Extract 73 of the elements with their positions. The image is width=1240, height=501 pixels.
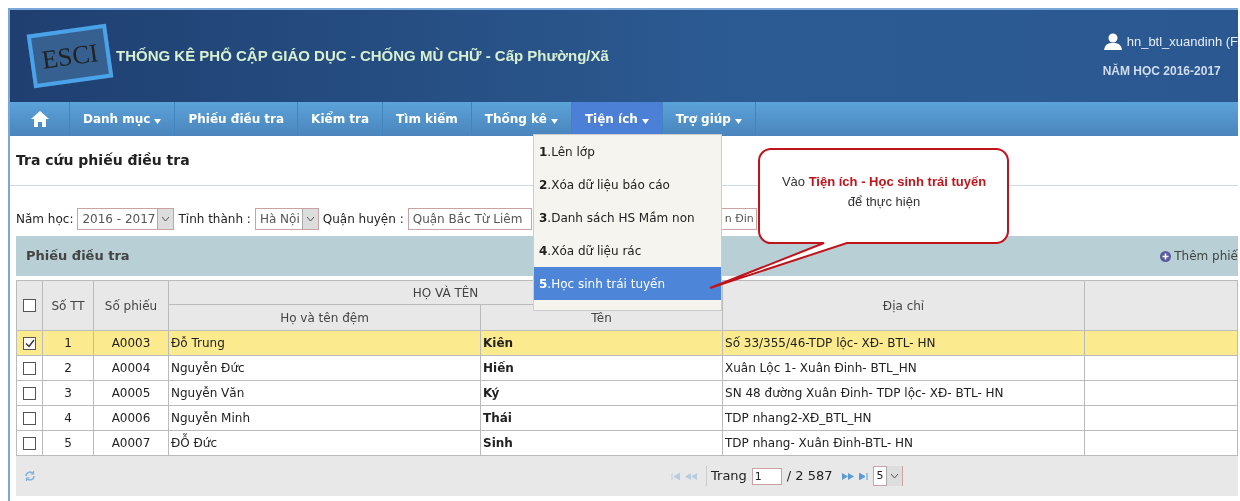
select-field[interactable]: Hà Nội [254, 208, 319, 230]
table-cell: TDP nhang2-XĐ_BTL_HN [722, 405, 1085, 431]
table-cell: 1 [42, 330, 94, 356]
table-cell: Nguyễn Văn [168, 380, 481, 406]
menu-item[interactable]: 5.Học sinh trái tuyến [534, 267, 721, 300]
select-field[interactable]: 2016 - 2017 [77, 208, 175, 230]
table-cell: Kiên [480, 330, 723, 356]
menu-item[interactable]: 3.Danh sách HS Mầm non [534, 201, 721, 234]
table-row[interactable]: 2 A0004 Nguyễn Đức Hiến Xuân Lộc 1- Xuân Đinh- BTL_HN [16, 355, 1238, 381]
caret-icon [550, 118, 558, 124]
menu-item[interactable]: 2.Xóa dữ liệu báo cáo [534, 168, 721, 201]
nav-tab[interactable]: Tiện ích [571, 102, 663, 136]
table-row[interactable]: 1 A0003 Đỗ Trung Kiên Số 33/355/46-TDP lộc- XĐ- BTL- HN [16, 330, 1238, 356]
column-header[interactable]: Số TT [42, 280, 94, 331]
table-cell: 3 [42, 380, 94, 406]
page-total: / 2 587 [786, 467, 833, 486]
menu-item[interactable]: 4.Xóa dữ liệu rác [534, 234, 721, 267]
table-cell: Số 33/355/46-TDP lộc- XĐ- BTL- HN [722, 330, 1085, 356]
table-cell: Sinh [480, 430, 723, 456]
caret-icon [641, 118, 649, 124]
add-button[interactable]: Thêm phiế [1160, 247, 1238, 265]
table-row[interactable]: 4 A0006 Nguyễn Minh Thái TDP nhang2-XĐ_BTL_HN [16, 405, 1238, 431]
home-icon [29, 110, 50, 128]
input-field[interactable]: Quận Bắc Từ Liêm [407, 208, 532, 230]
page-input[interactable]: 1 [751, 467, 782, 485]
callout-note: để thực hiện [847, 192, 921, 211]
caret-icon [154, 118, 162, 124]
table-cell: TDP nhang- Xuân Đinh-BTL- HN [722, 430, 1085, 456]
row-checkbox[interactable] [23, 411, 36, 425]
page-title: Tra cứu phiếu điều tra [16, 151, 190, 170]
filter-label: Quận huyện : [322, 211, 404, 228]
table-cell: Xuân Lộc 1- Xuân Đinh- BTL_HN [722, 355, 1085, 381]
table-row[interactable]: 5 A0007 ĐỖ Đức Sinh TDP nhang- Xuân Đinh-BTL- HN [16, 430, 1238, 456]
table-cell: A0005 [93, 380, 169, 406]
table-cell: 4 [42, 405, 94, 431]
row-checkbox[interactable] [23, 336, 36, 350]
filter-label: Năm học: [16, 211, 74, 228]
table-row[interactable]: 3 A0005 Nguyễn Văn Ký SN 48 đường Xuân Đinh- TDP lộc- XĐ- BTL- HN [16, 380, 1238, 406]
filter-label: Tỉnh thành : [178, 211, 251, 228]
page-label: Trang [706, 466, 747, 486]
table-cell: A0007 [93, 430, 169, 456]
table-cell: A0003 [93, 330, 169, 356]
school-year: NĂM HỌC 2016-2017 [1102, 62, 1222, 80]
table-cell: Ký [480, 380, 723, 406]
table-cell: 2 [42, 355, 94, 381]
table-cell: Hiến [480, 355, 723, 381]
table-cell: A0004 [93, 355, 169, 381]
check-icon [24, 338, 35, 348]
row-checkbox[interactable] [23, 361, 36, 375]
app-title: THỐNG KÊ PHỔ CẬP GIÁO DỤC - CHỐNG MÙ CHỮ - Cấp Phường/Xã [116, 45, 609, 66]
page-size-select[interactable]: 5 [872, 466, 903, 486]
table-cell: Nguyễn Đức [168, 355, 481, 381]
row-checkbox[interactable] [23, 386, 36, 400]
caret-icon [734, 118, 742, 124]
callout-text: Vào Tiện ích - Học sinh trái tuyến [781, 173, 987, 191]
user-icon [1102, 33, 1123, 51]
table-cell: Thái [480, 405, 723, 431]
table-cell: SN 48 đường Xuân Đinh- TDP lộc- XĐ- BTL- HN [722, 380, 1085, 406]
select-all-checkbox[interactable] [23, 299, 36, 312]
menu-item[interactable]: 1.Lên lớp [534, 135, 721, 168]
table-cell: 5 [42, 430, 94, 456]
column-header[interactable]: Họ và tên đệm [168, 304, 481, 331]
logo: ESCI [26, 23, 114, 89]
table-cell: Đỗ Trung [168, 330, 481, 356]
column-header[interactable]: Địa chỉ [722, 280, 1085, 331]
table-cell: A0006 [93, 405, 169, 431]
user-name[interactable]: hn_btl_xuandinh (F [1126, 32, 1238, 52]
table-cell: ĐỖ Đức [168, 430, 481, 456]
panel-title: Phiếu điều tra [26, 247, 130, 266]
column-header[interactable]: Số phiếu [93, 280, 169, 331]
table-cell: Nguyễn Minh [168, 405, 481, 431]
plus-icon [1160, 250, 1172, 262]
row-checkbox[interactable] [23, 436, 36, 450]
